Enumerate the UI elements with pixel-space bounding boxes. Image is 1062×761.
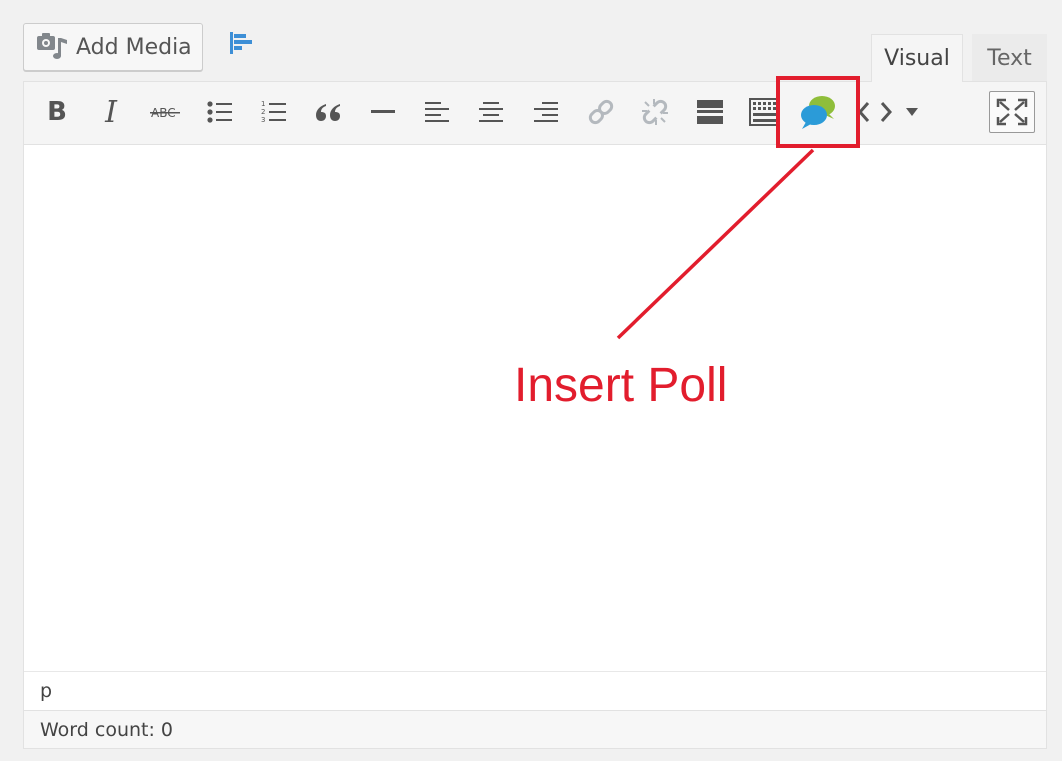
- remove-link-button[interactable]: [632, 89, 678, 135]
- insert-link-button[interactable]: [578, 89, 624, 135]
- bold-label: B: [47, 97, 67, 127]
- add-media-label: Add Media: [76, 34, 192, 60]
- keyboard-icon: [749, 98, 779, 126]
- blockquote-button[interactable]: [305, 89, 351, 135]
- italic-button[interactable]: I: [88, 89, 134, 135]
- horizontal-line-icon: [371, 110, 395, 113]
- align-center-icon: [479, 102, 503, 122]
- bulleted-list-button[interactable]: [197, 89, 243, 135]
- fullscreen-icon: [996, 98, 1028, 126]
- numbered-list-button[interactable]: 1 2 3: [251, 89, 297, 135]
- bold-button[interactable]: B: [34, 89, 80, 135]
- strikethrough-button[interactable]: ABC: [142, 89, 188, 135]
- element-path[interactable]: p: [24, 671, 1046, 709]
- svg-text:2: 2: [261, 108, 265, 116]
- word-count: Word count: 0: [24, 710, 1046, 748]
- numbered-list-icon: 1 2 3: [261, 100, 286, 124]
- align-left-button[interactable]: [414, 89, 460, 135]
- media-icon: [36, 32, 68, 62]
- code-icon: [858, 102, 892, 122]
- svg-text:3: 3: [261, 116, 265, 124]
- align-center-button[interactable]: [468, 89, 514, 135]
- dropdown-button[interactable]: [890, 89, 934, 135]
- align-left-icon: [425, 102, 449, 122]
- chart-icon[interactable]: [228, 30, 256, 56]
- read-more-button[interactable]: [687, 89, 733, 135]
- blockquote-icon: [316, 104, 340, 121]
- horizontal-line-button[interactable]: [360, 89, 406, 135]
- link-icon: [588, 99, 614, 125]
- italic-label: I: [105, 94, 117, 130]
- caret-down-icon: [906, 108, 918, 116]
- tab-visual[interactable]: Visual: [871, 34, 963, 82]
- unlink-icon: [642, 99, 668, 125]
- strikethrough-icon: ABC: [150, 106, 180, 120]
- align-right-icon: [534, 102, 558, 122]
- annotation-highlight-box: [776, 76, 860, 148]
- bulleted-list-icon: [207, 101, 232, 123]
- fullscreen-button[interactable]: [989, 91, 1035, 133]
- annotation-label: Insert Poll: [514, 359, 728, 412]
- align-right-button[interactable]: [523, 89, 569, 135]
- svg-text:1: 1: [261, 100, 265, 108]
- add-media-button[interactable]: Add Media: [23, 23, 203, 71]
- tab-text[interactable]: Text: [972, 34, 1047, 82]
- read-more-icon: [697, 100, 723, 124]
